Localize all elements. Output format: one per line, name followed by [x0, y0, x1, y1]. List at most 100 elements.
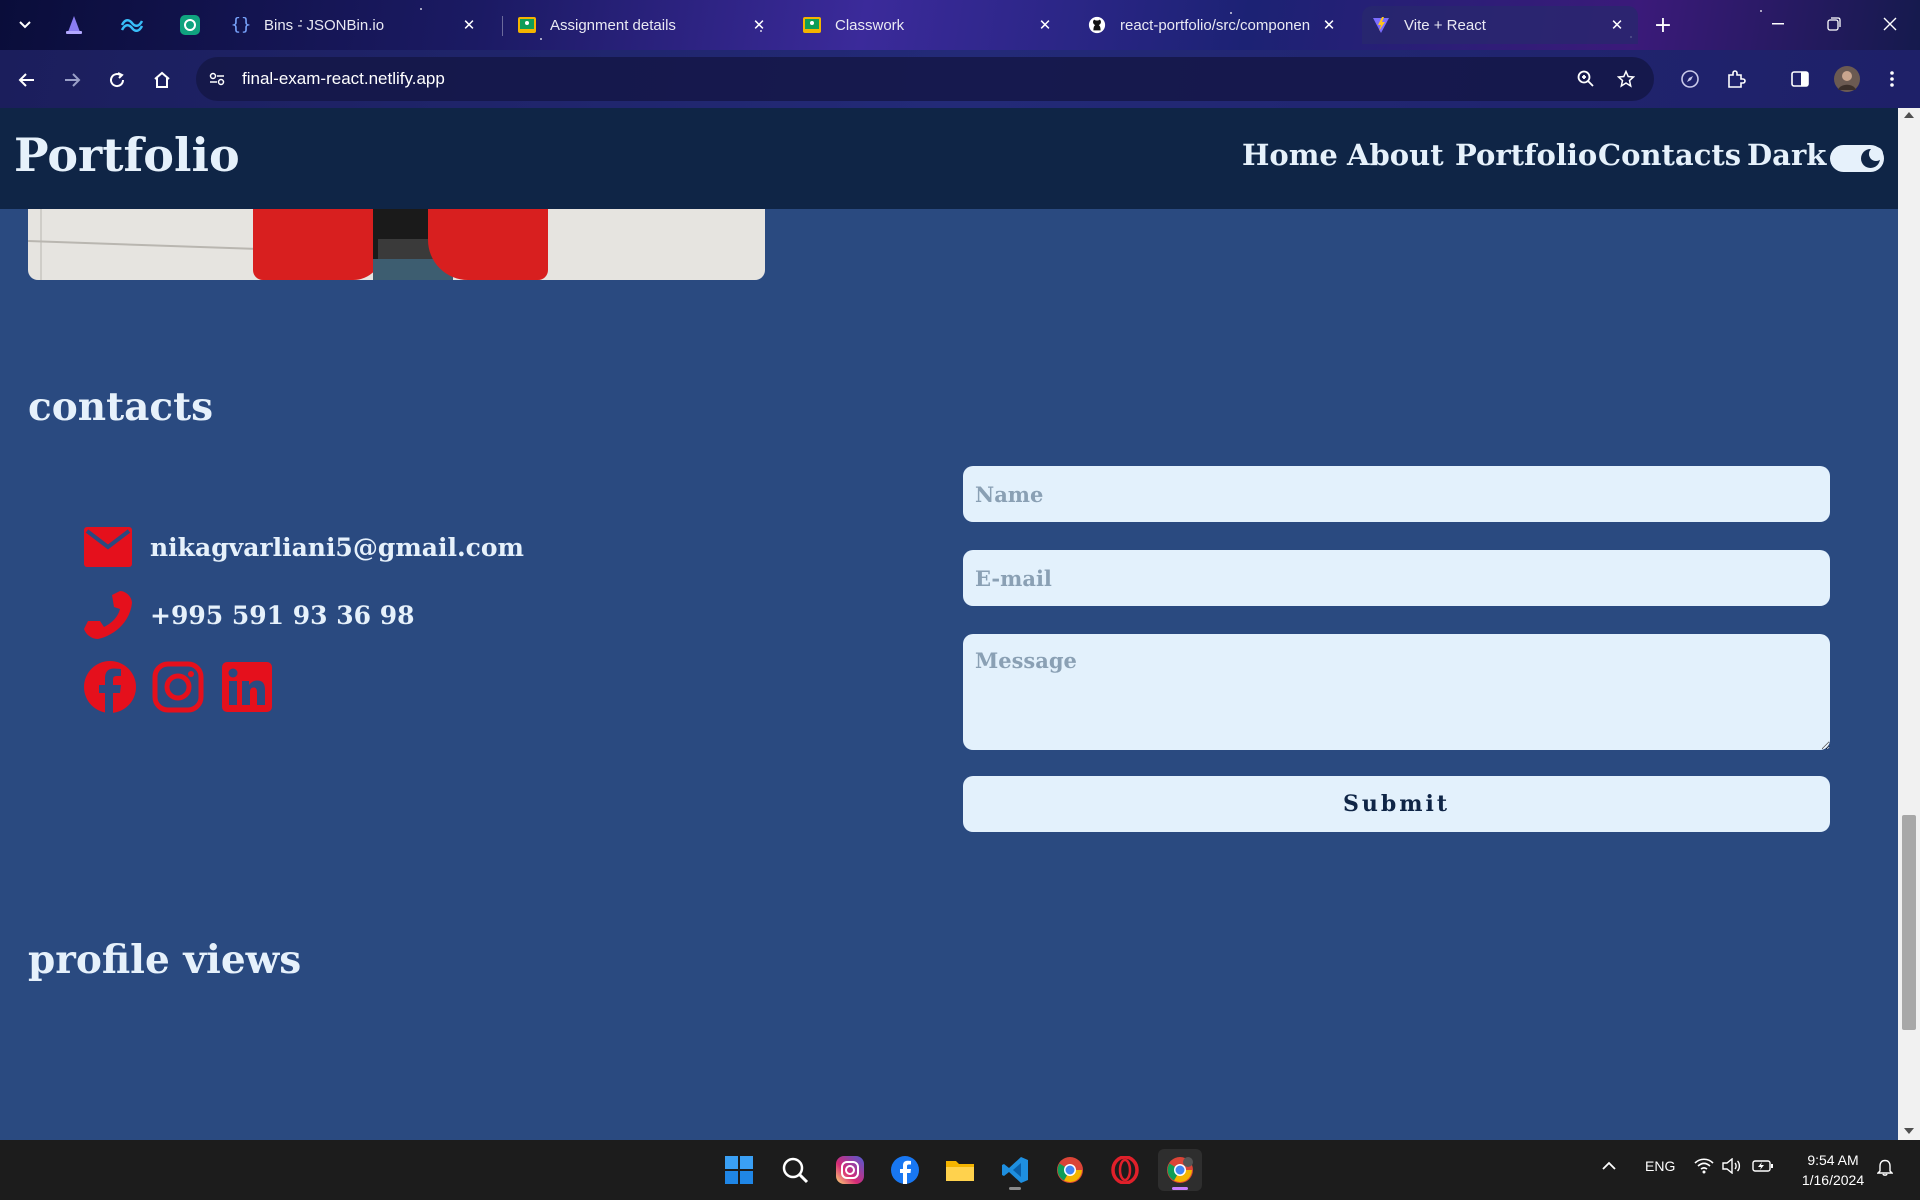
taskbar-facebook[interactable]	[883, 1149, 927, 1191]
chrome-icon	[1057, 1157, 1083, 1183]
notifications-button[interactable]	[1876, 1158, 1894, 1179]
phone-icon	[82, 589, 134, 641]
close-window-button[interactable]	[1862, 0, 1918, 48]
taskbar-instagram[interactable]	[828, 1149, 872, 1191]
windows-taskbar: ENG 9:54 AM 1/16/2024	[0, 1140, 1920, 1200]
reload-button[interactable]	[101, 64, 133, 96]
extension-compass-button[interactable]	[1674, 63, 1706, 95]
scrollbar-thumb[interactable]	[1902, 815, 1916, 1030]
profile-views-heading: profile views	[28, 937, 302, 983]
home-button[interactable]	[146, 64, 178, 96]
browser-tab-strip: {} Bins - JSONBin.io ✕ Assignment detail…	[0, 0, 1920, 50]
scroll-up-arrow-icon[interactable]	[1904, 112, 1914, 118]
email-contact[interactable]: nikagvarliani5@gmail.com	[82, 519, 524, 575]
address-bar[interactable]: final-exam-react.netlify.app	[196, 57, 1654, 101]
tab-search-button[interactable]	[10, 10, 40, 40]
site-settings-icon[interactable]	[206, 68, 228, 90]
taskbar-chrome[interactable]	[1048, 1149, 1092, 1191]
forward-button[interactable]	[56, 64, 88, 96]
classroom-icon	[518, 16, 536, 34]
linkedin-link[interactable]	[219, 659, 275, 715]
system-clock[interactable]: 9:54 AM 1/16/2024	[1793, 1150, 1873, 1190]
message-field[interactable]	[963, 634, 1830, 750]
toggle-knob	[1861, 147, 1883, 168]
star-icon	[1617, 70, 1635, 88]
taskbar-file-explorer[interactable]	[938, 1149, 982, 1191]
instagram-icon	[836, 1156, 864, 1184]
dark-mode-toggle[interactable]	[1830, 145, 1884, 172]
email-text: nikagvarliani5@gmail.com	[150, 532, 525, 562]
pinned-tab-chatgpt[interactable]	[174, 10, 206, 40]
wifi-icon[interactable]	[1694, 1158, 1714, 1177]
site-logo[interactable]: Portfolio	[14, 128, 240, 182]
close-icon	[1883, 17, 1897, 31]
zoom-icon	[1577, 70, 1594, 87]
close-icon[interactable]: ✕	[748, 16, 770, 34]
puzzle-icon	[1728, 70, 1746, 88]
file-explorer-icon	[946, 1161, 974, 1181]
email-field[interactable]	[963, 550, 1830, 606]
close-icon[interactable]: ✕	[458, 16, 480, 34]
submit-button[interactable]: Submit	[963, 776, 1830, 832]
name-field[interactable]	[963, 466, 1830, 522]
start-button[interactable]	[717, 1149, 761, 1191]
nav-about[interactable]: About	[1347, 138, 1444, 172]
reload-icon	[110, 72, 125, 88]
facebook-link[interactable]	[82, 659, 138, 715]
phone-text: +995 591 93 36 98	[150, 600, 415, 630]
browser-toolbar: final-exam-react.netlify.app	[0, 50, 1920, 108]
tab-jsonbin[interactable]: {} Bins - JSONBin.io ✕	[222, 6, 490, 44]
extensions-button[interactable]	[1720, 63, 1752, 95]
restore-button[interactable]	[1806, 0, 1862, 48]
compass-icon	[1681, 70, 1699, 88]
vscode-icon	[1002, 1157, 1028, 1183]
minimize-icon	[1772, 23, 1784, 25]
tab-divider	[502, 16, 503, 36]
browser-menu-button[interactable]	[1876, 63, 1908, 95]
language-indicator[interactable]: ENG	[1645, 1158, 1675, 1174]
taskbar-chrome-profile[interactable]	[1158, 1149, 1202, 1191]
clock-date: 1/16/2024	[1801, 1172, 1865, 1188]
bell-icon	[1876, 1159, 1894, 1176]
wizard-hat-icon	[66, 16, 82, 34]
instagram-link[interactable]	[150, 659, 206, 715]
bookmark-button[interactable]	[1610, 63, 1642, 95]
taskbar-search-button[interactable]	[773, 1149, 817, 1191]
new-tab-button[interactable]: +	[1648, 10, 1678, 40]
tab-github[interactable]: react-portfolio/src/componen ✕	[1078, 6, 1350, 44]
close-icon[interactable]: ✕	[1606, 16, 1628, 34]
show-hidden-icons-button[interactable]	[1602, 1158, 1616, 1174]
zoom-button[interactable]	[1570, 63, 1602, 95]
side-panel-icon	[1791, 71, 1809, 87]
tailwind-icon	[120, 19, 144, 32]
tab-vite-react[interactable]: Vite + React ✕	[1362, 6, 1638, 44]
arrow-right-icon	[65, 73, 81, 87]
scroll-down-arrow-icon[interactable]	[1904, 1128, 1914, 1134]
taskbar-opera[interactable]	[1103, 1149, 1147, 1191]
opera-icon	[1111, 1156, 1139, 1184]
close-icon[interactable]: ✕	[1034, 16, 1056, 34]
theme-label: Dark	[1747, 138, 1827, 172]
url-text: final-exam-react.netlify.app	[242, 69, 445, 88]
side-panel-button[interactable]	[1784, 63, 1816, 95]
phone-contact[interactable]: +995 591 93 36 98	[82, 587, 415, 643]
profile-avatar[interactable]	[1831, 63, 1863, 95]
pinned-tab-wizard[interactable]	[58, 10, 90, 40]
nav-portfolio[interactable]: Portfolio	[1455, 138, 1597, 172]
tab-classwork[interactable]: Classwork ✕	[793, 6, 1066, 44]
classroom-icon	[803, 16, 821, 34]
nav-contacts[interactable]: Contacts	[1598, 138, 1741, 172]
nav-home[interactable]: Home	[1242, 138, 1338, 172]
taskbar-vscode[interactable]	[993, 1149, 1037, 1191]
tab-assignment-details[interactable]: Assignment details ✕	[508, 6, 780, 44]
windows-start-icon	[725, 1156, 753, 1184]
pinned-tab-tailwind[interactable]	[116, 10, 148, 40]
chevron-down-icon	[19, 21, 31, 29]
volume-icon[interactable]	[1722, 1157, 1742, 1177]
arrow-left-icon	[18, 73, 34, 87]
page-scrollbar[interactable]	[1898, 108, 1920, 1140]
minimize-button[interactable]	[1750, 0, 1806, 48]
close-icon[interactable]: ✕	[1318, 16, 1340, 34]
battery-icon[interactable]	[1752, 1158, 1774, 1177]
back-button[interactable]	[11, 64, 43, 96]
